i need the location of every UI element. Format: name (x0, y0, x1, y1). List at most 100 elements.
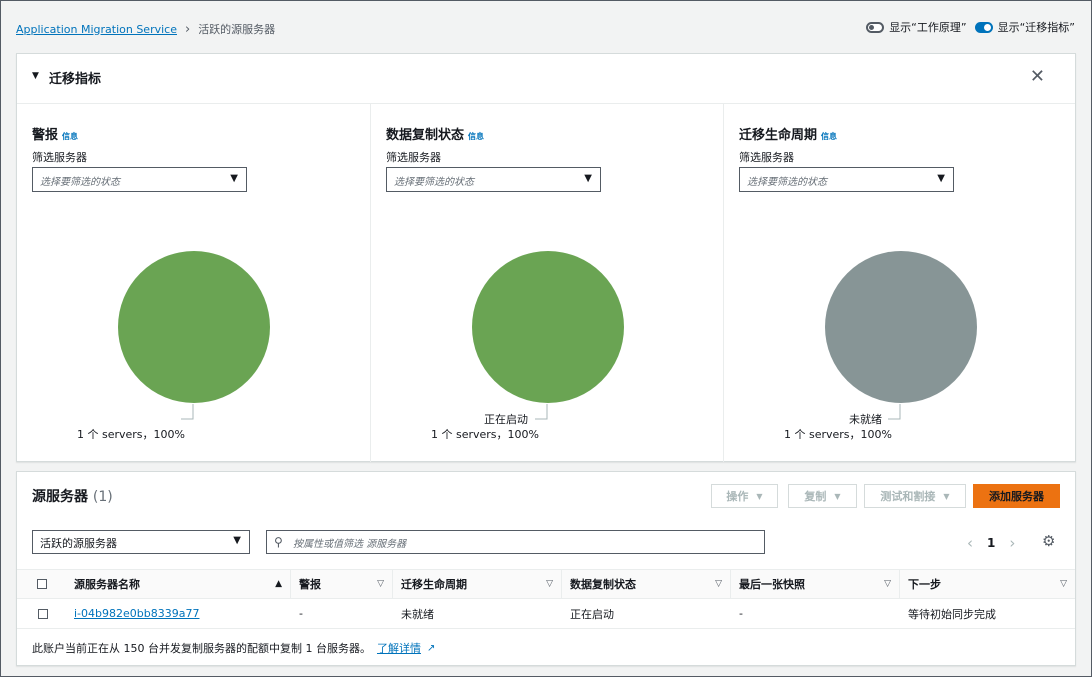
gear-icon[interactable]: ⚙ (1042, 532, 1055, 550)
column-header-label: 警报 (299, 578, 321, 591)
pie-count-label: 1 个 servers，100% (77, 428, 185, 441)
chevron-right-icon[interactable]: › (1009, 534, 1015, 552)
status-filter-placeholder: 选择要筛选的状态 (747, 177, 827, 188)
source-servers-panel: 源服务器 (1) 操作 ▼ 复制 ▼ 测试和割接 ▼ 添加服务器 活跃的源服务器 ▼ … (16, 471, 1076, 666)
column-header-label: 最后一张快照 (739, 578, 805, 591)
column-header-next-step[interactable]: 下一步 ▽ (900, 570, 1075, 598)
sort-icon[interactable]: ▽ (377, 579, 384, 589)
status-filter-placeholder: 选择要筛选的状态 (40, 177, 120, 188)
quota-note-text: 此账户当前正在从 150 台并发复制服务器的配额中复制 1 台服务器。 (32, 642, 371, 655)
external-link-icon[interactable]: ↗ (427, 643, 435, 654)
column-header-lifecycle[interactable]: 迁移生命周期 ▽ (393, 570, 562, 598)
info-link[interactable]: 信息 (62, 132, 78, 141)
server-name-link[interactable]: i-04b982e0bb8339a77 (74, 607, 199, 620)
status-filter-select[interactable]: 选择要筛选的状态 ▼ (739, 167, 954, 192)
metric-replication-status: 数据复制状态 信息 筛选服务器 选择要筛选的状态 ▼ 正在启动 1 个 serve… (371, 104, 724, 462)
source-servers-table: 源服务器名称 ▲ 警报 ▽ 迁移生命周期 ▽ 数据复制状态 ▽ 最后一张快照 ▽ 下一步 ▽… (17, 569, 1075, 629)
toggle-migration-metrics-label: 显示“迁移指标” (997, 21, 1075, 34)
toggle-migration-metrics[interactable]: 显示“迁移指标” (974, 19, 1075, 35)
row-select-cell (17, 599, 66, 628)
pagination: ‹ 1 › (967, 534, 1015, 552)
column-header-label: 下一步 (908, 578, 941, 591)
close-icon[interactable]: ✕ (1030, 66, 1045, 87)
pie-count-label: 1 个 servers，100% (431, 428, 539, 441)
search-placeholder: 按属性或值筛选 源服务器 (293, 539, 407, 550)
add-server-button[interactable]: 添加服务器 (973, 484, 1060, 508)
chevron-right-icon: › (184, 21, 191, 37)
actions-button[interactable]: 操作 ▼ (711, 484, 778, 508)
metric-migration-lifecycle: 迁移生命周期 信息 筛选服务器 选择要筛选的状态 ▼ 未就绪 1 个 server… (724, 104, 1076, 462)
toggle-how-it-works[interactable]: 显示“工作原理” (866, 19, 967, 35)
status-filter-select[interactable]: 选择要筛选的状态 ▼ (32, 167, 247, 192)
toggle-switch-off[interactable] (866, 21, 885, 33)
status-filter-placeholder: 选择要筛选的状态 (394, 177, 474, 188)
metric-title-text: 迁移生命周期 (739, 128, 818, 143)
pie-leader-line (181, 404, 194, 420)
metric-alerts: 警报 信息 筛选服务器 选择要筛选的状态 ▼ 1 个 servers，100% (17, 104, 371, 462)
column-header-label: 数据复制状态 (570, 578, 636, 591)
test-cutover-button[interactable]: 测试和割接 ▼ (864, 484, 966, 508)
info-link[interactable]: 信息 (821, 132, 837, 141)
page-number[interactable]: 1 (987, 536, 995, 550)
filter-label: 筛选服务器 (386, 151, 441, 164)
breadcrumb-current: 活跃的源服务器 (198, 23, 276, 36)
replicate-button-label: 复制 (804, 490, 827, 503)
quota-note: 此账户当前正在从 150 台并发复制服务器的配额中复制 1 台服务器。 了解详情… (32, 640, 435, 656)
toggle-switch-on[interactable] (974, 21, 993, 33)
pie-slice[interactable] (472, 251, 624, 403)
table-row: i-04b982e0bb8339a77 - 未就绪 正在启动 - 等待初始同步完… (17, 599, 1075, 629)
column-header-alerts[interactable]: 警报 ▽ (291, 570, 393, 598)
metric-title-alerts: 警报 信息 (32, 124, 78, 143)
learn-more-link[interactable]: 了解详情 (377, 640, 421, 656)
toggle-group: 显示“工作原理” 显示“迁移指标” (866, 19, 1075, 35)
replicate-button[interactable]: 复制 ▼ (788, 484, 857, 508)
add-server-button-label: 添加服务器 (989, 490, 1044, 503)
search-input[interactable]: ⚲ 按属性或值筛选 源服务器 (266, 530, 765, 554)
sort-icon[interactable]: ▽ (546, 579, 553, 589)
column-header-name[interactable]: 源服务器名称 ▲ (66, 570, 291, 598)
source-servers-count: (1) (92, 489, 113, 505)
column-header-replication[interactable]: 数据复制状态 ▽ (562, 570, 731, 598)
migration-metrics-panel: ▼ 迁移指标 ✕ 警报 信息 筛选服务器 选择要筛选的状态 ▼ 1 个 serve… (16, 53, 1076, 462)
pie-slice-label: 未就绪 (849, 413, 882, 426)
cell-replication: 正在启动 (570, 607, 614, 621)
select-all-checkbox[interactable] (36, 579, 47, 589)
cell-alerts: - (299, 607, 303, 620)
sort-asc-icon[interactable]: ▲ (275, 579, 282, 589)
breadcrumb-root-link[interactable]: Application Migration Service (16, 23, 177, 36)
sort-icon[interactable]: ▽ (715, 579, 722, 589)
actions-button-label: 操作 (726, 490, 749, 503)
top-bar: Application Migration Service › 活跃的源服务器 … (1, 1, 1091, 53)
column-header-last-snapshot[interactable]: 最后一张快照 ▽ (731, 570, 900, 598)
metric-title-text: 数据复制状态 (386, 128, 465, 143)
sort-icon[interactable]: ▽ (884, 579, 891, 589)
test-cutover-button-label: 测试和割接 (880, 490, 936, 503)
source-servers-title-text: 源服务器 (32, 489, 88, 505)
cell-name: i-04b982e0bb8339a77 (66, 599, 291, 628)
pie-chart-alerts (118, 251, 270, 403)
pie-count-label: 1 个 servers，100% (784, 428, 892, 441)
pie-leader-line (888, 404, 901, 420)
caret-down-icon[interactable]: ▼ (32, 71, 39, 81)
caret-down-icon: ▼ (834, 491, 841, 501)
server-type-select[interactable]: 活跃的源服务器 ▼ (32, 530, 250, 554)
cell-last-snapshot: - (739, 607, 743, 620)
sort-icon[interactable]: ▽ (1060, 579, 1067, 589)
metric-title-replication: 数据复制状态 信息 (386, 124, 484, 143)
pie-chart-lifecycle (825, 251, 977, 403)
caret-down-icon: ▼ (230, 173, 238, 184)
cell-lifecycle: 未就绪 (401, 607, 434, 621)
source-servers-title: 源服务器 (1) (32, 486, 113, 506)
pie-slice[interactable] (825, 251, 977, 403)
pie-slice[interactable] (118, 251, 270, 403)
server-type-select-value: 活跃的源服务器 (40, 537, 117, 550)
status-filter-select[interactable]: 选择要筛选的状态 ▼ (386, 167, 601, 192)
chevron-left-icon[interactable]: ‹ (967, 534, 973, 552)
cell-next-step: 等待初始同步完成 (908, 607, 996, 621)
breadcrumb: Application Migration Service › 活跃的源服务器 (16, 21, 275, 37)
pie-slice-label: 正在启动 (484, 413, 528, 426)
search-icon: ⚲ (274, 535, 283, 549)
metrics-header[interactable]: ▼ 迁移指标 ✕ (17, 54, 1075, 104)
row-checkbox[interactable] (37, 608, 48, 619)
info-link[interactable]: 信息 (468, 132, 484, 141)
